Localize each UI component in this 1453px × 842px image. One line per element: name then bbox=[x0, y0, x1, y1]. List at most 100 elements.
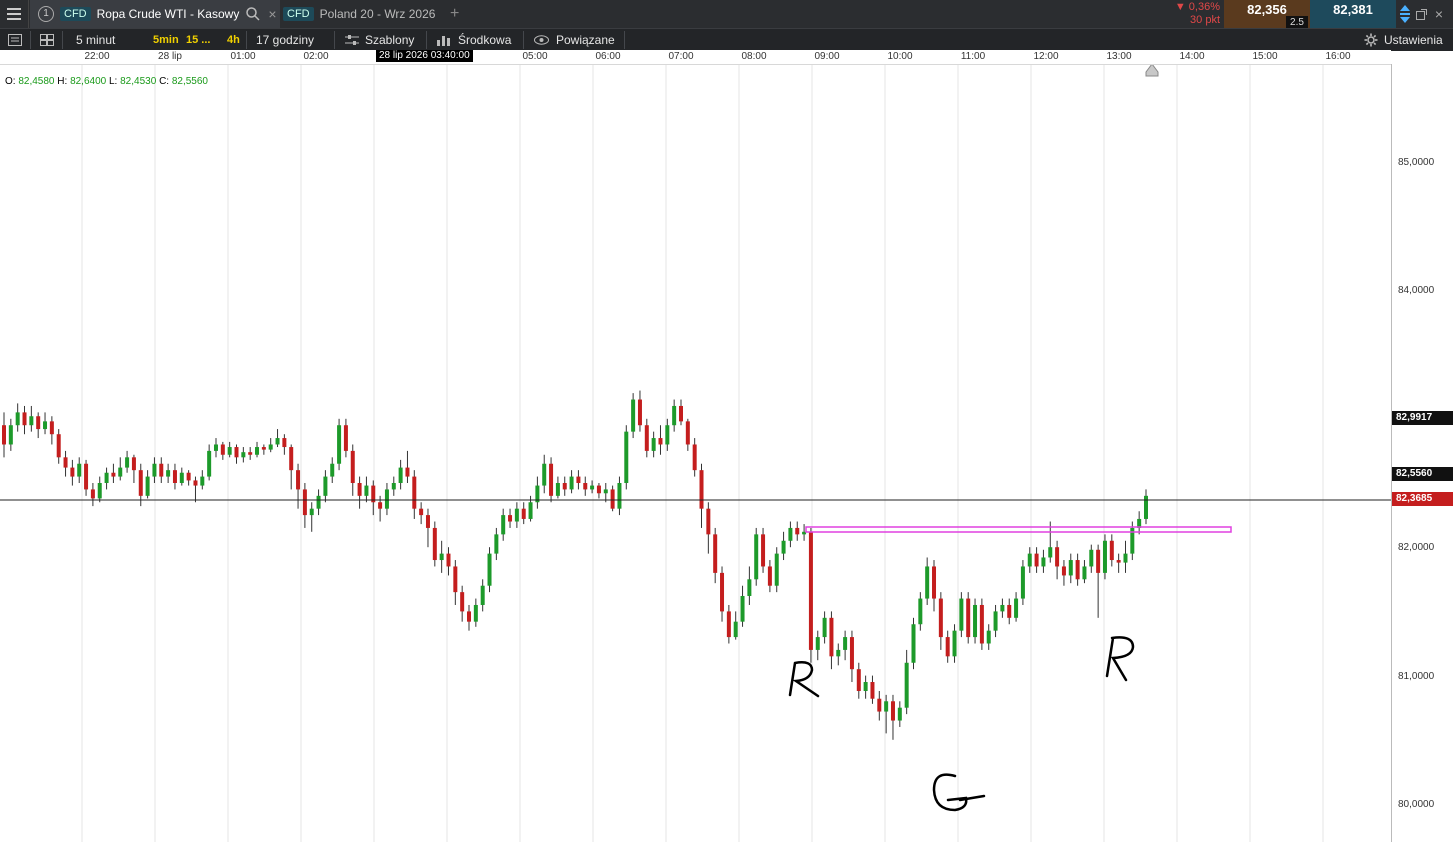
candle-body-up bbox=[391, 483, 396, 490]
popout-icon[interactable] bbox=[1414, 0, 1428, 28]
tab-ropa-crude[interactable]: 1 CFD Ropa Crude WTI - Kasowy × bbox=[30, 0, 280, 28]
close-icon[interactable]: × bbox=[268, 6, 276, 22]
list-icon[interactable] bbox=[8, 29, 22, 51]
candle-body-down bbox=[405, 467, 410, 477]
open-value: 82,4580 bbox=[18, 76, 55, 87]
candle bbox=[63, 450, 68, 477]
candle-body-down bbox=[596, 485, 601, 494]
candle-body-down bbox=[610, 489, 615, 509]
candle bbox=[289, 444, 294, 490]
candle bbox=[186, 470, 191, 486]
candle bbox=[56, 429, 61, 464]
candle bbox=[371, 480, 376, 516]
candle bbox=[1109, 534, 1114, 567]
candle bbox=[29, 405, 34, 432]
candle bbox=[145, 470, 150, 499]
candle bbox=[849, 630, 854, 683]
candle-body-up bbox=[918, 598, 923, 625]
time-label: 10:00 bbox=[887, 51, 913, 62]
candle-body-up bbox=[986, 630, 991, 644]
templates-button[interactable]: Szablony bbox=[345, 29, 414, 51]
time-label: 12:00 bbox=[1033, 51, 1059, 62]
candle bbox=[90, 483, 95, 507]
bar-chart-icon bbox=[437, 36, 450, 46]
settings-button[interactable]: Ustawienia bbox=[1364, 29, 1443, 51]
candle bbox=[118, 457, 123, 481]
candle-body-up bbox=[15, 412, 20, 426]
candle bbox=[959, 592, 964, 638]
candle bbox=[1144, 489, 1148, 525]
candle-body-up bbox=[740, 595, 745, 622]
candle-body-down bbox=[829, 617, 834, 657]
indicator-button[interactable]: Środkowa bbox=[437, 29, 511, 51]
price-axis[interactable]: 85,0000 84,0000 82,0000 81,0000 80,0000 bbox=[1391, 64, 1453, 842]
change-percent: ▼ 0,36% bbox=[1174, 1, 1220, 13]
resistance-box[interactable] bbox=[805, 526, 1232, 533]
candle-body-down bbox=[849, 637, 854, 670]
linked-button[interactable]: Powiązane bbox=[534, 29, 615, 51]
candle-body-up bbox=[337, 425, 342, 464]
candle-body-down bbox=[432, 527, 437, 561]
quick-interval-5min[interactable]: 5min bbox=[153, 29, 179, 51]
candle-body-up bbox=[487, 553, 492, 586]
candle-body-up bbox=[774, 553, 779, 586]
candle-body-down bbox=[56, 434, 61, 458]
quick-interval-4h[interactable]: 4h bbox=[227, 29, 240, 51]
candle-body-up bbox=[973, 604, 978, 638]
candle-body-down bbox=[1096, 549, 1101, 573]
add-tab-icon[interactable]: + bbox=[450, 0, 459, 28]
quantity-stepper[interactable] bbox=[1398, 0, 1412, 28]
buy-button[interactable]: 82,381 bbox=[1310, 0, 1396, 28]
candle-body-up bbox=[1048, 547, 1053, 558]
time-label: 11:00 bbox=[960, 51, 986, 62]
candle-body-down bbox=[248, 452, 253, 455]
scroll-marker-icon[interactable] bbox=[1145, 63, 1159, 77]
candle bbox=[747, 566, 752, 605]
candle bbox=[576, 470, 581, 490]
candle-body-down bbox=[282, 438, 287, 448]
linked-label: Powiązane bbox=[556, 33, 615, 47]
candle-body-down bbox=[583, 483, 588, 490]
candle bbox=[966, 592, 971, 644]
candle bbox=[1137, 511, 1142, 535]
layout-icon[interactable] bbox=[40, 29, 54, 51]
candle-body-up bbox=[747, 579, 752, 596]
candle-body-up bbox=[480, 585, 485, 605]
candle bbox=[207, 444, 212, 481]
search-icon[interactable] bbox=[246, 7, 260, 21]
candle bbox=[788, 521, 793, 548]
candle bbox=[986, 624, 991, 650]
candle bbox=[213, 438, 218, 458]
candle-body-down bbox=[795, 527, 800, 535]
candle bbox=[1020, 560, 1025, 605]
candle-body-up bbox=[213, 444, 218, 451]
candle bbox=[644, 418, 649, 458]
candle-body-up bbox=[904, 662, 909, 708]
candle bbox=[159, 457, 164, 483]
candle bbox=[152, 457, 157, 483]
range-selector[interactable]: 17 godziny bbox=[256, 29, 314, 51]
candle-body-down bbox=[870, 682, 875, 699]
candle bbox=[49, 416, 54, 445]
candle-body-up bbox=[1089, 549, 1094, 567]
quick-interval-15[interactable]: 15 ... bbox=[186, 29, 210, 51]
candle bbox=[631, 393, 636, 439]
menu-icon[interactable] bbox=[0, 0, 29, 28]
tab-poland-20[interactable]: CFD Poland 20 - Wrz 2026 bbox=[283, 0, 443, 28]
close-window-icon[interactable]: × bbox=[1432, 0, 1446, 28]
price-chart[interactable] bbox=[0, 50, 1453, 842]
candle-body-down bbox=[159, 463, 164, 477]
open-label: O: bbox=[5, 76, 16, 87]
candle-body-up bbox=[29, 416, 34, 426]
candle bbox=[542, 454, 547, 494]
candle bbox=[808, 527, 813, 663]
tab-number-icon: 1 bbox=[38, 6, 54, 22]
candle-body-up bbox=[1082, 566, 1087, 580]
candle-body-up bbox=[104, 472, 109, 483]
candle bbox=[829, 611, 834, 670]
candle bbox=[624, 425, 629, 490]
candle-body-up bbox=[884, 701, 889, 712]
interval-selector[interactable]: 5 minut bbox=[76, 29, 115, 51]
candle-body-up bbox=[1000, 604, 1005, 612]
high-value: 82,6400 bbox=[70, 76, 107, 87]
